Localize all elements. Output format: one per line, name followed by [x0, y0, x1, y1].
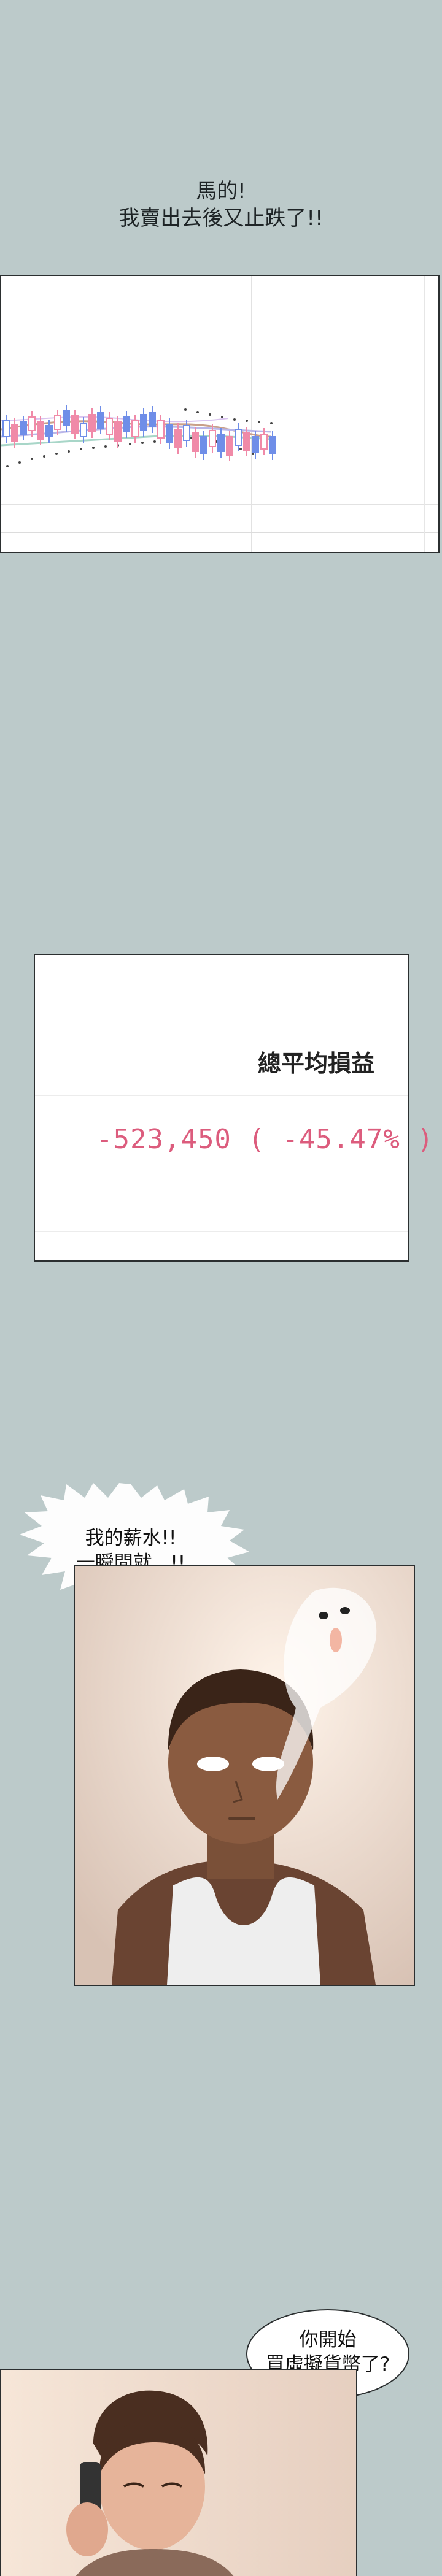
candle-body [252, 436, 259, 453]
candle-body [63, 410, 70, 426]
candle-body [235, 429, 242, 446]
candle-body [140, 414, 147, 431]
candle-body [243, 432, 250, 451]
candles-group [2, 405, 276, 461]
narration-caption: 馬的! 我賣出去後又止跌了!! [0, 178, 442, 232]
candle-body [209, 430, 216, 447]
candle-body [157, 420, 165, 439]
pl-title: 總平均損益 [257, 1050, 374, 1077]
candle-body [114, 421, 122, 442]
candle-body [200, 436, 207, 454]
candle-body [28, 416, 36, 431]
candle-body [106, 418, 113, 435]
caption-line-2: 我賣出去後又止跌了!! [118, 206, 324, 231]
phone-person-illustration [1, 2370, 356, 2576]
man-ghost-illustration [75, 1566, 414, 1985]
candle-body [88, 414, 96, 432]
candle-body [131, 420, 139, 437]
profit-loss-panel: 總平均損益 -523,450 ( -45.47% ) [34, 954, 433, 1262]
caption-line-1: 馬的! [196, 179, 246, 204]
candle-body [183, 425, 190, 441]
candle-body [123, 416, 130, 432]
candle-body [11, 424, 18, 442]
candle-body [149, 412, 156, 427]
speech-line-1: 你開始 [299, 2329, 357, 2351]
candle-body [54, 415, 61, 430]
pl-value: -523,450 ( -45.47% ) [96, 1124, 434, 1155]
comic-panel-man-ghost [74, 1565, 415, 1986]
candle-body [37, 421, 44, 440]
comic-panel-phone-person [0, 2369, 357, 2576]
pl-divider-top [35, 1095, 408, 1096]
candle-body [269, 436, 276, 454]
candle-body [174, 429, 182, 448]
candle-body [166, 424, 173, 443]
candle-body [2, 420, 10, 437]
candle-body [45, 425, 53, 437]
candle-body [217, 434, 225, 452]
pl-divider-bottom [35, 1231, 408, 1232]
candle-body [226, 436, 233, 456]
stock-chart-panel [0, 275, 440, 553]
shout-line-1: 我的薪水!! [85, 1527, 177, 1549]
candle-body [97, 412, 104, 429]
candle-body [71, 415, 79, 434]
candle-body [192, 432, 199, 452]
candlestick-chart-illustration [1, 276, 438, 552]
candle-body [20, 421, 27, 435]
candle-body [80, 423, 87, 437]
candle-body [260, 434, 268, 450]
